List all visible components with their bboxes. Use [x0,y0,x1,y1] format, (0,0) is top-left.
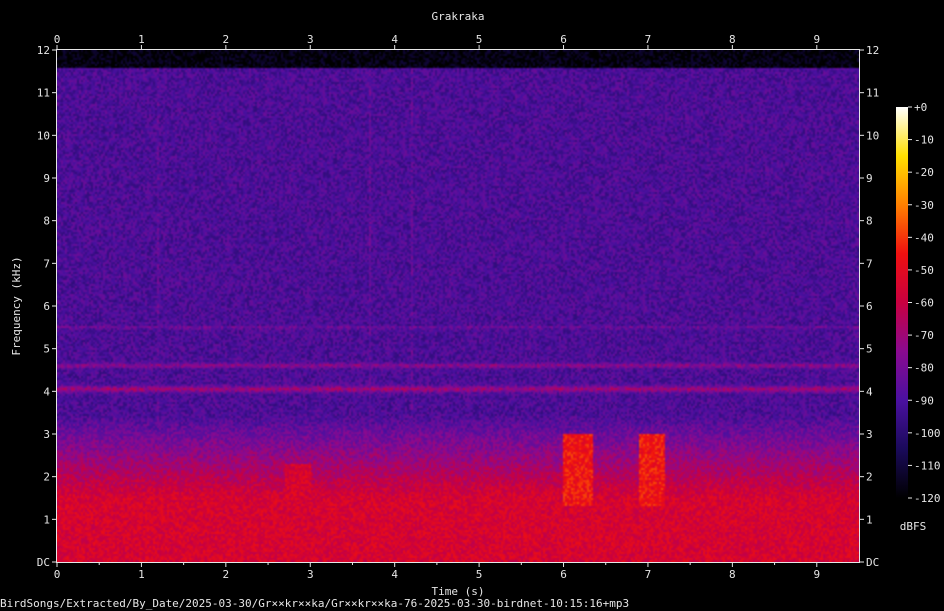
colorbar-ticks: +0 -10 -20 -30 -40 -50 -60 -70 -80 -90 -100 -110 -12… [908,101,941,505]
y-tick-label-right: 1 [866,513,873,526]
colorbar-unit-label: dBFS [900,520,927,533]
x-tick-label-top: 7 [645,33,652,46]
x-tick-label-bottom: 9 [813,568,820,581]
y-tick-label-right: 3 [866,428,873,441]
x-tick-label-top: 5 [476,33,483,46]
y-tick-label-right: 11 [866,87,879,100]
colorbar-tick-label: -60 [914,297,934,310]
y-tick-label-left: 9 [43,172,50,185]
chart-title: Grakraka [432,10,485,23]
colorbar-tick-label: -80 [914,362,934,375]
x-tick-label-top: 0 [54,33,61,46]
x-tick-label-top: 1 [138,33,145,46]
x-tick-label-top: 4 [391,33,398,46]
file-path-label: BirdSongs/Extracted/By_Date/2025-03-30/G… [0,597,630,610]
colorbar-tick-label: -50 [914,264,934,277]
x-tick-label-bottom: 6 [560,568,567,581]
spectrogram-image [57,50,859,562]
colorbar-tick-label: -70 [914,329,934,342]
x-tick-label-top: 3 [307,33,314,46]
y-tick-label-right: 7 [866,257,873,270]
colorbar-tick-label: -90 [914,394,934,407]
x-tick-label-top: 9 [813,33,820,46]
y-tick-label-right: 2 [866,471,873,484]
y-tick-label-right: 12 [866,44,879,57]
colorbar-tick-label: -10 [914,134,934,147]
y-tick-label-left: 11 [37,87,50,100]
x-tick-label-bottom: 7 [645,568,652,581]
y-tick-label-right: 6 [866,300,873,313]
y-tick-label-left: 6 [43,300,50,313]
y-tick-label-right: 9 [866,172,873,185]
y-tick-label-left: 1 [43,513,50,526]
y-tick-label-right: 8 [866,215,873,228]
colorbar-tick-label: -100 [914,427,941,440]
y-tick-label-right: 4 [866,385,873,398]
colorbar-tick-label: +0 [914,101,927,114]
colorbar-tick-label: -40 [914,231,934,244]
y-tick-label-left: 12 [37,44,50,57]
y-tick-label-left: DC [37,556,50,569]
x-tick-label-bottom: 8 [729,568,736,581]
y-tick-label-left: 8 [43,215,50,228]
y-tick-label-left: 3 [43,428,50,441]
x-tick-label-top: 6 [560,33,567,46]
y-tick-label-left: 2 [43,471,50,484]
x-tick-label-bottom: 5 [476,568,483,581]
y-axis-label: Frequency (kHz) [10,256,23,355]
y-tick-label-right: DC [866,556,879,569]
x-tick-label-top: 8 [729,33,736,46]
y-tick-label-right: 5 [866,343,873,356]
colorbar [896,107,908,498]
x-tick-label-bottom: 2 [223,568,230,581]
y-tick-label-left: 7 [43,257,50,270]
x-tick-label-bottom: 0 [54,568,61,581]
colorbar-tick-label: -20 [914,166,934,179]
x-tick-label-bottom: 1 [138,568,145,581]
x-tick-label-bottom: 3 [307,568,314,581]
y-tick-label-left: 5 [43,343,50,356]
colorbar-tick-label: -120 [914,492,941,505]
colorbar-tick-label: -110 [914,459,941,472]
y-tick-label-left: 4 [43,385,50,398]
x-axis-label: Time (s) [432,585,485,597]
spectrogram-chart: Grakraka 00112233445566778899 DC DC1 12 23 3… [10,10,941,597]
colorbar-tick-label: -30 [914,199,934,212]
x-tick-label-top: 2 [223,33,230,46]
x-tick-label-bottom: 4 [391,568,398,581]
y-tick-label-left: 10 [37,129,50,142]
y-tick-label-right: 10 [866,129,879,142]
